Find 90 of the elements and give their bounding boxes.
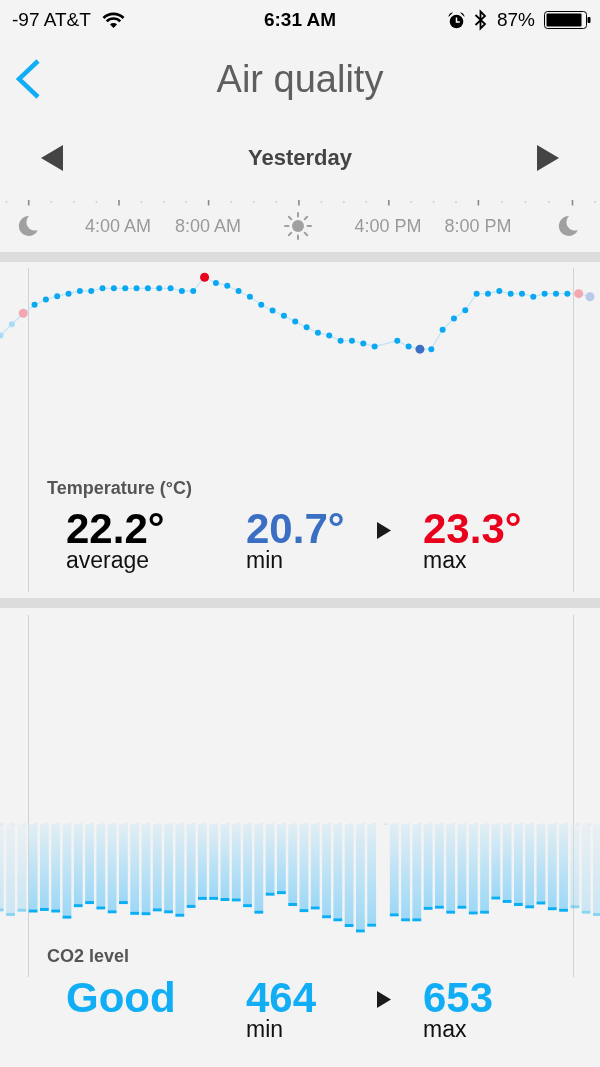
min-value: 464 xyxy=(246,978,317,1018)
temperature-point xyxy=(405,343,412,350)
alarm-clock-icon xyxy=(447,11,465,29)
min-temperature-point xyxy=(415,344,425,354)
max-temperature-point xyxy=(200,272,210,282)
next-day-button[interactable] xyxy=(537,145,559,171)
temperature-point xyxy=(88,288,95,294)
max-label: max xyxy=(423,549,467,572)
faded-temperature-point xyxy=(18,308,28,318)
temperature-point xyxy=(31,301,38,308)
temperature-point xyxy=(303,324,310,331)
min-value: 20.7° xyxy=(246,509,345,549)
temperature-point xyxy=(473,290,480,297)
temperature-point xyxy=(42,296,49,303)
temperature-point xyxy=(54,293,61,300)
right-triangle-icon xyxy=(377,521,391,539)
bluetooth-icon xyxy=(473,9,488,31)
temperature-point xyxy=(258,301,265,308)
temperature-point xyxy=(360,340,367,347)
co2-bar xyxy=(265,824,275,896)
sun-icon xyxy=(284,212,312,240)
temperature-point xyxy=(450,315,457,322)
battery-icon xyxy=(544,11,591,29)
faded-temperature-point xyxy=(574,289,584,299)
max-value: 23.3° xyxy=(423,509,522,549)
temperature-point xyxy=(110,285,117,292)
time-label: 4:00 PM xyxy=(354,215,422,237)
temperature-point xyxy=(144,285,151,292)
temperature-point xyxy=(76,288,83,294)
temperature-point xyxy=(428,346,435,353)
temperature-point xyxy=(224,282,231,289)
battery-percent: 87% xyxy=(496,9,535,31)
max-label: max xyxy=(423,1018,467,1041)
temperature-point xyxy=(190,288,197,294)
temperature-point xyxy=(519,290,525,297)
moon-icon xyxy=(17,215,39,237)
temperature-point xyxy=(394,337,401,344)
temperature-point xyxy=(484,290,491,297)
temperature-point xyxy=(156,285,163,292)
temperature-point xyxy=(553,290,559,297)
temperature-point xyxy=(99,285,106,292)
time-label: 4:00 AM xyxy=(84,215,151,237)
moon-icon xyxy=(557,215,579,237)
right-triangle-icon xyxy=(377,990,391,1008)
summary-value: Good xyxy=(66,978,176,1018)
temperature-point xyxy=(167,285,174,292)
max-value: 653 xyxy=(423,978,494,1018)
faded-temperature-point xyxy=(585,292,595,302)
faded-temperature-point xyxy=(0,332,4,339)
previous-day-button[interactable] xyxy=(41,145,63,171)
screen-title: Air quality xyxy=(216,57,384,101)
temperature-point xyxy=(326,332,333,339)
temperature-point xyxy=(122,285,129,292)
summary-value: 22.2° xyxy=(66,509,165,549)
temperature-point xyxy=(507,290,514,297)
carrier-signal-text: -97 AT&T xyxy=(12,9,91,31)
panel-title: CO2 level xyxy=(46,946,130,966)
right-triangle-icon xyxy=(537,145,559,171)
faded-temperature-point xyxy=(8,321,15,328)
temperature-point xyxy=(462,307,469,314)
temperature-point xyxy=(337,337,344,344)
status-time: 6:31 AM xyxy=(263,9,337,31)
min-label: min xyxy=(246,549,284,572)
temperature-point xyxy=(133,285,140,292)
wifi-icon xyxy=(101,11,125,29)
temperature-point xyxy=(212,279,219,286)
temperature-point xyxy=(348,337,355,344)
left-triangle-icon xyxy=(41,145,63,171)
temperature-point xyxy=(292,318,299,325)
min-label: min xyxy=(246,1018,284,1041)
temperature-point xyxy=(269,307,276,314)
temperature-point xyxy=(496,288,503,294)
temperature-point xyxy=(541,290,548,297)
temperature-point xyxy=(178,288,185,294)
co2-bar xyxy=(277,824,286,895)
temperature-point xyxy=(65,290,72,297)
temperature-point xyxy=(246,293,253,300)
temperature-point xyxy=(439,326,446,333)
panel-title: Temperature (°C) xyxy=(46,478,192,498)
temperature-point xyxy=(530,293,537,300)
temperature-point xyxy=(564,290,571,297)
temperature-point xyxy=(235,288,242,294)
date-label: Yesterday xyxy=(248,145,352,171)
temperature-point xyxy=(314,329,321,336)
temperature-point xyxy=(280,312,287,319)
temperature-point xyxy=(371,343,378,350)
back-icon xyxy=(15,59,41,99)
summary-label: average xyxy=(66,549,150,572)
time-label: 8:00 AM xyxy=(174,215,241,237)
time-label: 8:00 PM xyxy=(444,215,512,237)
